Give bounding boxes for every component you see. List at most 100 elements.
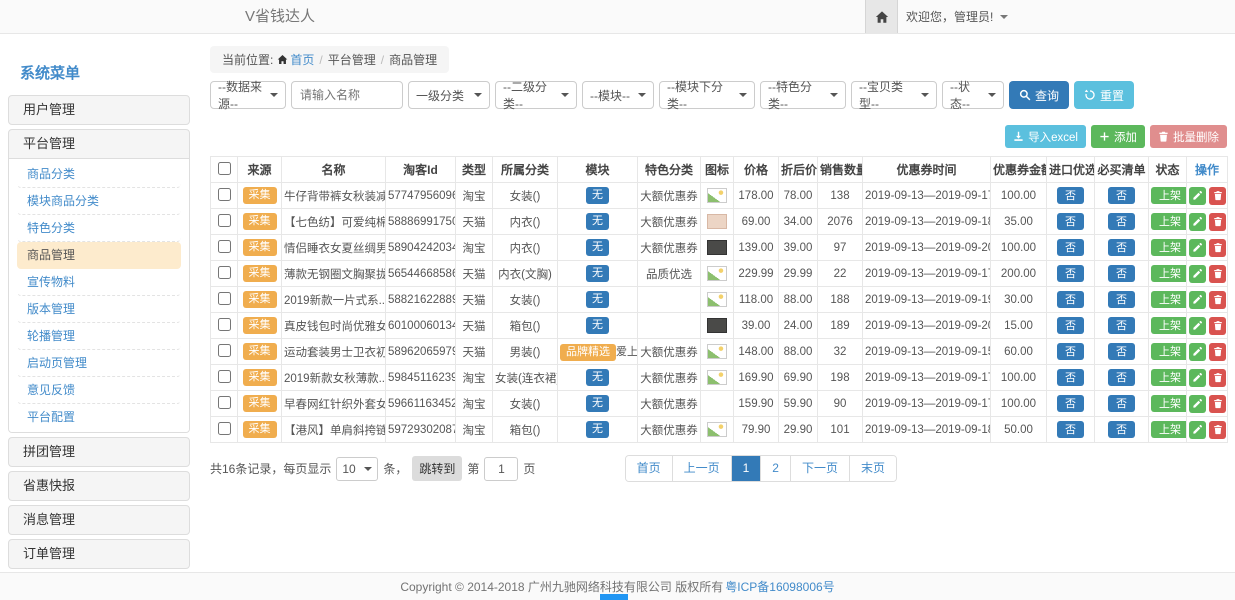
status-button[interactable]: 上架 — [1151, 343, 1187, 360]
must-buy-toggle[interactable]: 否 — [1108, 395, 1135, 412]
delete-button[interactable] — [1209, 369, 1226, 387]
row-checkbox[interactable] — [218, 188, 231, 201]
edit-button[interactable] — [1189, 213, 1206, 231]
status-button[interactable]: 上架 — [1151, 291, 1187, 308]
delete-button[interactable] — [1209, 395, 1226, 413]
page-button[interactable]: 末页 — [850, 456, 896, 481]
status-button[interactable]: 上架 — [1151, 317, 1187, 334]
delete-button[interactable] — [1209, 343, 1226, 361]
page-size-select[interactable]: 10 — [336, 457, 378, 481]
icp-link[interactable]: 粤ICP备16098006号 — [725, 578, 834, 595]
filter-select[interactable]: 一级分类 — [408, 81, 490, 109]
sidebar-subitem[interactable]: 意见反馈 — [17, 377, 181, 404]
edit-button[interactable] — [1189, 317, 1206, 335]
row-checkbox[interactable] — [218, 318, 231, 331]
must-buy-toggle[interactable]: 否 — [1108, 317, 1135, 334]
import-select-toggle[interactable]: 否 — [1057, 213, 1084, 230]
sidebar-section-label[interactable]: 消息管理 — [9, 506, 189, 534]
reset-button[interactable]: 重置 — [1074, 81, 1134, 109]
sidebar-section-label[interactable]: 平台管理 — [9, 130, 189, 158]
user-menu[interactable]: 欢迎您，管理员! — [906, 0, 1008, 34]
delete-button[interactable] — [1209, 239, 1226, 257]
delete-button[interactable] — [1209, 213, 1226, 231]
page-number-input[interactable] — [484, 457, 518, 481]
import-select-toggle[interactable]: 否 — [1057, 239, 1084, 256]
sidebar-section-label[interactable]: 订单管理 — [9, 540, 189, 568]
sidebar-subitem[interactable]: 商品分类 — [17, 161, 181, 188]
must-buy-toggle[interactable]: 否 — [1108, 213, 1135, 230]
page-button[interactable]: 1 — [732, 456, 762, 481]
delete-button[interactable] — [1209, 265, 1226, 283]
add-button[interactable]: 添加 — [1091, 125, 1145, 148]
import-excel-button[interactable]: 导入excel — [1005, 125, 1086, 148]
page-button[interactable]: 上一页 — [673, 456, 732, 481]
sidebar-section[interactable]: 消息管理 — [8, 505, 190, 535]
status-button[interactable]: 上架 — [1151, 213, 1187, 230]
import-select-toggle[interactable]: 否 — [1057, 421, 1084, 438]
filter-select[interactable]: --特色分类-- — [760, 81, 846, 109]
sidebar-subitem[interactable]: 平台配置 — [17, 404, 181, 430]
sidebar-subitem[interactable]: 特色分类 — [17, 215, 181, 242]
import-select-toggle[interactable]: 否 — [1057, 317, 1084, 334]
home-button[interactable] — [865, 0, 898, 33]
status-button[interactable]: 上架 — [1151, 369, 1187, 386]
import-select-toggle[interactable]: 否 — [1057, 369, 1084, 386]
must-buy-toggle[interactable]: 否 — [1108, 421, 1135, 438]
jump-button[interactable]: 跳转到 — [412, 456, 462, 481]
row-checkbox[interactable] — [218, 214, 231, 227]
page-button[interactable]: 首页 — [626, 456, 673, 481]
edit-button[interactable] — [1189, 369, 1206, 387]
sidebar-subitem[interactable]: 商品管理 — [17, 242, 181, 269]
delete-button[interactable] — [1209, 187, 1226, 205]
page-button[interactable]: 2 — [761, 456, 791, 481]
sidebar-subitem[interactable]: 轮播管理 — [17, 323, 181, 350]
edit-button[interactable] — [1189, 187, 1206, 205]
row-checkbox[interactable] — [218, 292, 231, 305]
sidebar-section-label[interactable]: 拼团管理 — [9, 438, 189, 466]
import-select-toggle[interactable]: 否 — [1057, 291, 1084, 308]
sidebar-section-users[interactable]: 用户管理 — [8, 95, 190, 125]
sidebar-subitem[interactable]: 版本管理 — [17, 296, 181, 323]
row-checkbox[interactable] — [218, 240, 231, 253]
must-buy-toggle[interactable]: 否 — [1108, 187, 1135, 204]
sidebar-section[interactable]: 订单管理 — [8, 539, 190, 569]
page-button[interactable]: 下一页 — [791, 456, 850, 481]
batch-delete-button[interactable]: 批量删除 — [1150, 125, 1227, 148]
status-button[interactable]: 上架 — [1151, 421, 1187, 438]
delete-button[interactable] — [1209, 291, 1226, 309]
row-checkbox[interactable] — [218, 266, 231, 279]
filter-select[interactable]: --二级分类-- — [495, 81, 577, 109]
delete-button[interactable] — [1209, 421, 1226, 439]
edit-button[interactable] — [1189, 291, 1206, 309]
edit-button[interactable] — [1189, 239, 1206, 257]
row-checkbox[interactable] — [218, 422, 231, 435]
row-checkbox[interactable] — [218, 396, 231, 409]
filter-select[interactable]: --模块下分类-- — [659, 81, 755, 109]
sidebar-section[interactable]: 拼团管理 — [8, 437, 190, 467]
status-button[interactable]: 上架 — [1151, 265, 1187, 282]
sidebar-section-label[interactable]: 省惠快报 — [9, 472, 189, 500]
filter-select[interactable]: --状态-- — [942, 81, 1004, 109]
sidebar-subitem[interactable]: 宣传物料 — [17, 269, 181, 296]
search-button[interactable]: 查询 — [1009, 81, 1069, 109]
status-button[interactable]: 上架 — [1151, 395, 1187, 412]
filter-select-data-source[interactable]: --数据来源-- — [210, 81, 286, 109]
sidebar-subitem[interactable]: 模块商品分类 — [17, 188, 181, 215]
status-button[interactable]: 上架 — [1151, 239, 1187, 256]
edit-button[interactable] — [1189, 421, 1206, 439]
sidebar-subitem[interactable]: 启动页管理 — [17, 350, 181, 377]
must-buy-toggle[interactable]: 否 — [1108, 265, 1135, 282]
import-select-toggle[interactable]: 否 — [1057, 395, 1084, 412]
import-select-toggle[interactable]: 否 — [1057, 187, 1084, 204]
name-search-input[interactable] — [291, 81, 403, 109]
filter-select[interactable]: --宝贝类型-- — [851, 81, 937, 109]
row-checkbox[interactable] — [218, 370, 231, 383]
edit-button[interactable] — [1189, 265, 1206, 283]
select-all-checkbox[interactable] — [218, 162, 231, 175]
filter-select[interactable]: --模块-- — [582, 81, 654, 109]
import-select-toggle[interactable]: 否 — [1057, 343, 1084, 360]
sidebar-section[interactable]: 省惠快报 — [8, 471, 190, 501]
delete-button[interactable] — [1209, 317, 1226, 335]
must-buy-toggle[interactable]: 否 — [1108, 291, 1135, 308]
must-buy-toggle[interactable]: 否 — [1108, 343, 1135, 360]
